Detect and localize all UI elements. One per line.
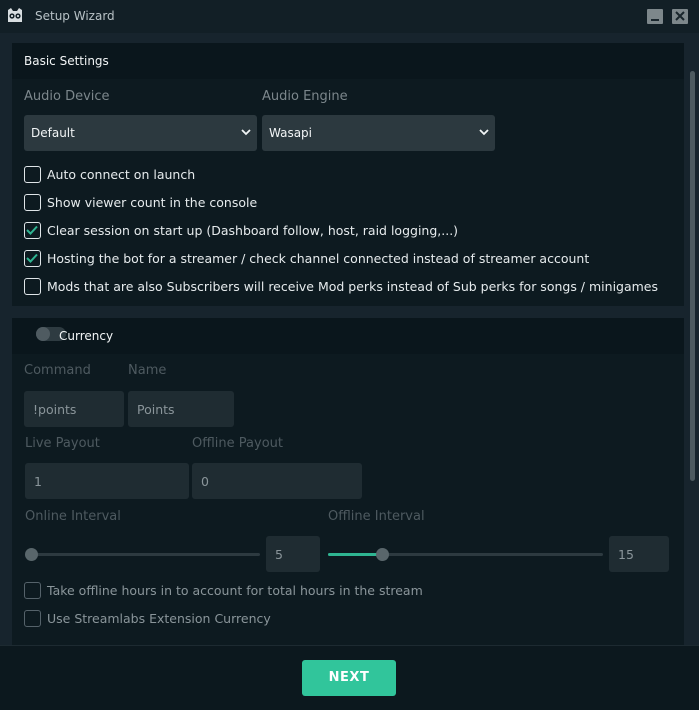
viewer-count-label: Show viewer count in the console (47, 195, 258, 210)
chevron-down-icon (479, 129, 489, 136)
live-payout-label: Live Payout (25, 436, 100, 451)
settings-scroll-area[interactable]: Basic Settings Audio Device Audio Engine… (0, 33, 699, 645)
audio-engine-value: Wasapi (269, 126, 313, 140)
audio-device-select[interactable]: Default (24, 115, 257, 151)
auto-connect-checkbox[interactable] (24, 166, 41, 183)
offline-payout-label: Offline Payout (192, 436, 283, 451)
clear-session-label: Clear session on start up (Dashboard fol… (47, 223, 459, 238)
vertical-scrollbar[interactable] (690, 71, 695, 481)
name-input[interactable]: Points (128, 391, 234, 427)
online-interval-slider-handle[interactable] (25, 548, 38, 561)
auto-connect-label: Auto connect on launch (47, 167, 196, 182)
wizard-footer: NEXT (0, 645, 699, 710)
online-interval-label: Online Interval (25, 509, 121, 524)
basic-settings-title: Basic Settings (24, 54, 109, 68)
audio-engine-label: Audio Engine (262, 89, 348, 104)
close-icon (675, 11, 685, 21)
command-label: Command (24, 363, 91, 378)
offline-hours-checkbox[interactable] (24, 582, 41, 599)
command-value: !points (33, 402, 77, 417)
offline-interval-value: 15 (618, 547, 634, 562)
hosting-bot-label: Hosting the bot for a streamer / check c… (47, 251, 590, 266)
online-interval-value: 5 (275, 547, 283, 562)
offline-payout-value: 0 (201, 474, 209, 489)
checkmark-icon (26, 225, 38, 235)
offline-interval-input[interactable]: 15 (609, 536, 669, 572)
command-input[interactable]: !points (24, 391, 124, 427)
offline-hours-label: Take offline hours in to account for tot… (47, 583, 423, 598)
toggle-knob (36, 327, 50, 341)
title-bar: Setup Wizard (0, 0, 699, 33)
basic-settings-header: Basic Settings (12, 43, 684, 79)
checkmark-icon (26, 253, 38, 263)
window-title: Setup Wizard (35, 9, 115, 23)
offline-interval-label: Offline Interval (328, 509, 425, 524)
chevron-down-icon (241, 129, 251, 136)
online-interval-slider[interactable] (27, 553, 260, 556)
basic-settings-panel (12, 79, 684, 306)
name-label: Name (128, 363, 167, 378)
owl-bot-icon (8, 8, 22, 22)
live-payout-input[interactable]: 1 (25, 463, 189, 499)
audio-device-value: Default (31, 126, 75, 140)
extension-currency-label: Use Streamlabs Extension Currency (47, 611, 271, 626)
audio-device-label: Audio Device (24, 89, 110, 104)
currency-header: Currency (12, 318, 684, 354)
online-interval-input[interactable]: 5 (266, 536, 320, 572)
minimize-button[interactable] (647, 9, 663, 24)
live-payout-value: 1 (34, 474, 42, 489)
offline-interval-slider-fill (328, 553, 383, 556)
currency-title: Currency (59, 329, 114, 343)
mod-perks-checkbox[interactable] (24, 278, 41, 295)
viewer-count-checkbox[interactable] (24, 194, 41, 211)
mod-perks-label: Mods that are also Subscribers will rece… (47, 279, 659, 294)
clear-session-checkbox[interactable] (24, 222, 41, 239)
audio-engine-select[interactable]: Wasapi (262, 115, 495, 151)
name-value: Points (137, 402, 175, 417)
extension-currency-checkbox[interactable] (24, 610, 41, 627)
hosting-bot-checkbox[interactable] (24, 250, 41, 267)
offline-payout-input[interactable]: 0 (192, 463, 362, 499)
next-button[interactable]: NEXT (302, 660, 396, 696)
offline-interval-slider-handle[interactable] (376, 548, 389, 561)
close-button[interactable] (672, 9, 688, 24)
minimize-icon (651, 19, 659, 21)
